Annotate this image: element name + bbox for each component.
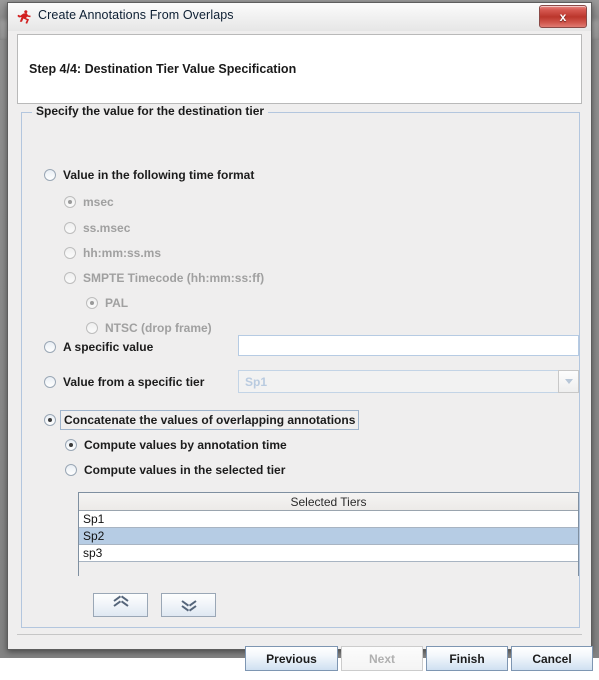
dialog-title: Create Annotations From Overlaps [38, 8, 234, 22]
dialog-button-bar: Previous Next Finish Cancel [17, 634, 582, 680]
elan-runner-icon [16, 9, 32, 25]
radio-indicator [65, 439, 77, 451]
radio-specific-value[interactable]: A specific value [44, 340, 153, 354]
chevron-down-glyph [565, 379, 573, 384]
radio-compute-in-selected-tier[interactable]: Compute values in the selected tier [65, 463, 285, 477]
step-header-panel: Step 4/4: Destination Tier Value Specifi… [17, 34, 582, 104]
selected-tiers-table[interactable]: Selected Tiers Sp1 Sp2 sp3 [78, 492, 579, 576]
dialog-content: Step 4/4: Destination Tier Value Specifi… [8, 31, 591, 649]
radio-msec-label: msec [83, 195, 114, 209]
chevron-down-icon[interactable] [558, 370, 579, 393]
radio-smpte-label: SMPTE Timecode (hh:mm:ss:ff) [83, 271, 264, 285]
table-column-header: Selected Tiers [79, 493, 578, 511]
move-tier-up-button[interactable] [93, 593, 148, 617]
radio-ntsc-label: NTSC (drop frame) [105, 321, 212, 335]
radio-time-format-label: Value in the following time format [63, 168, 254, 182]
focus-ring: Concatenate the values of overlapping an… [60, 410, 359, 430]
move-tier-down-button[interactable] [161, 593, 216, 617]
cancel-button[interactable]: Cancel [511, 646, 593, 671]
next-button: Next [341, 646, 423, 671]
table-row[interactable]: Sp1 [79, 511, 578, 528]
tier-select-combobox[interactable]: Sp1 [238, 370, 579, 393]
radio-ss-msec-label: ss.msec [83, 221, 130, 235]
radio-indicator [44, 414, 56, 426]
radio-indicator [86, 322, 98, 334]
radio-concatenate-label: Concatenate the values of overlapping an… [64, 413, 355, 427]
radio-specific-value-label: A specific value [63, 340, 153, 354]
radio-hh-mm-ss-ms-label: hh:mm:ss.ms [83, 246, 161, 260]
radio-pal[interactable]: PAL [86, 296, 128, 310]
finish-button[interactable]: Finish [426, 646, 508, 671]
radio-concatenate[interactable]: Concatenate the values of overlapping an… [44, 410, 359, 430]
double-chevron-down-icon [182, 599, 196, 611]
radio-compute-by-annotation-time-label: Compute values by annotation time [84, 438, 287, 452]
radio-indicator [44, 341, 56, 353]
specific-value-input[interactable] [238, 335, 579, 356]
dialog-titlebar[interactable]: Create Annotations From Overlaps x [8, 3, 591, 31]
radio-indicator [44, 169, 56, 181]
radio-indicator [64, 247, 76, 259]
radio-indicator [64, 196, 76, 208]
radio-msec[interactable]: msec [64, 195, 114, 209]
radio-hh-mm-ss-ms[interactable]: hh:mm:ss.ms [64, 246, 161, 260]
group-legend: Specify the value for the destination ti… [32, 104, 268, 118]
previous-button[interactable]: Previous [245, 646, 338, 671]
radio-time-format[interactable]: Value in the following time format [44, 168, 254, 182]
step-title: Step 4/4: Destination Tier Value Specifi… [29, 62, 296, 76]
table-row[interactable]: sp3 [79, 545, 578, 562]
tier-select-value: Sp1 [238, 370, 558, 393]
radio-indicator [65, 464, 77, 476]
table-empty-area [79, 562, 578, 592]
table-row[interactable]: Sp2 [79, 528, 578, 545]
radio-indicator [86, 297, 98, 309]
radio-value-from-tier-label: Value from a specific tier [63, 375, 204, 389]
create-annotations-dialog: Create Annotations From Overlaps x Step … [7, 2, 592, 650]
close-icon[interactable]: x [539, 5, 587, 28]
radio-compute-by-annotation-time[interactable]: Compute values by annotation time [65, 438, 287, 452]
radio-value-from-tier[interactable]: Value from a specific tier [44, 375, 204, 389]
radio-indicator [64, 272, 76, 284]
radio-indicator [64, 222, 76, 234]
close-glyph: x [540, 6, 586, 27]
radio-ss-msec[interactable]: ss.msec [64, 221, 130, 235]
radio-smpte-timecode[interactable]: SMPTE Timecode (hh:mm:ss:ff) [64, 271, 264, 285]
double-chevron-up-icon [114, 599, 128, 611]
radio-compute-in-selected-tier-label: Compute values in the selected tier [84, 463, 285, 477]
radio-pal-label: PAL [105, 296, 128, 310]
radio-ntsc[interactable]: NTSC (drop frame) [86, 321, 212, 335]
radio-indicator [44, 376, 56, 388]
